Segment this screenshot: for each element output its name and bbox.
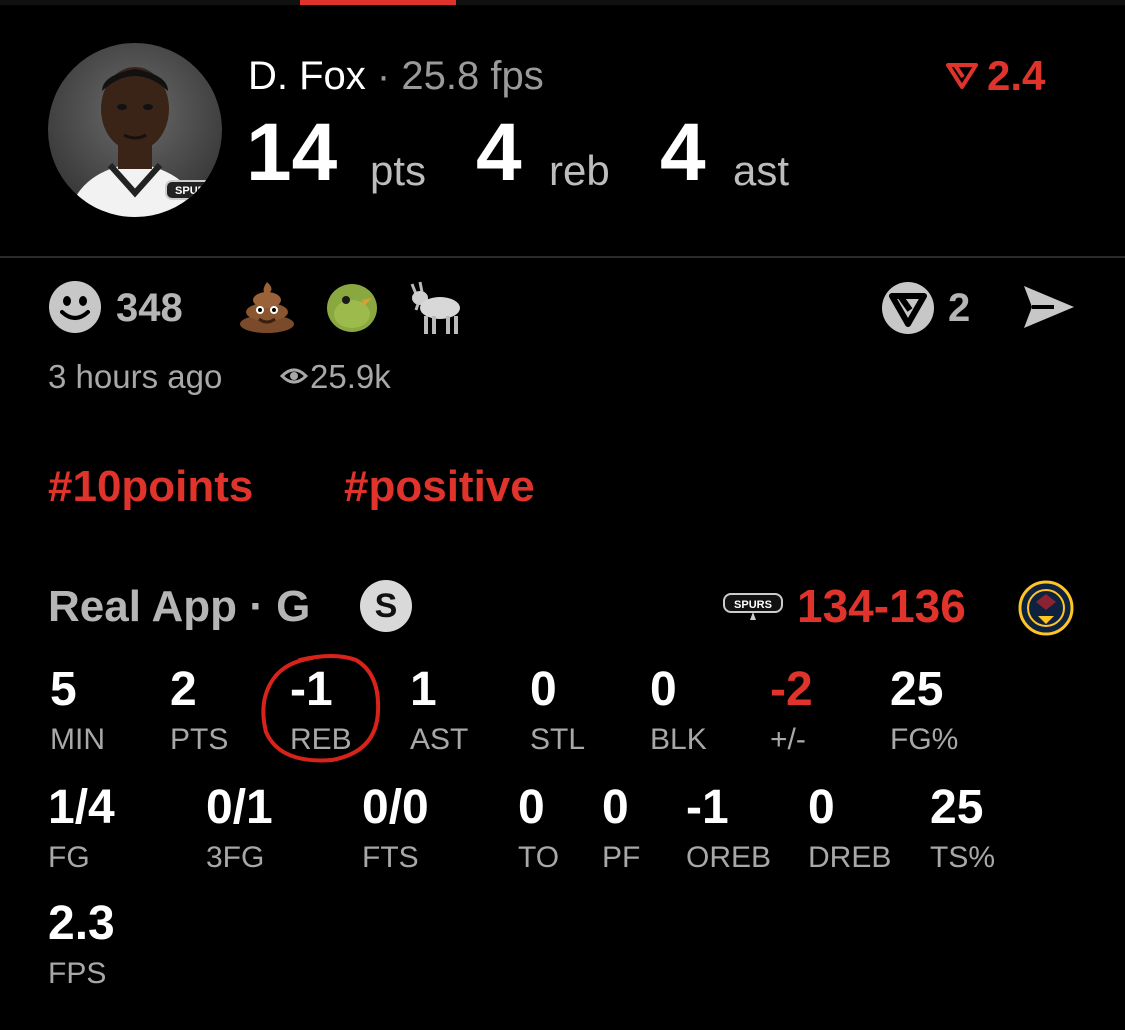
stat-label-stl: STL	[530, 723, 586, 756]
svg-text:SPURS: SPURS	[175, 185, 213, 197]
assists-value: 4	[660, 107, 706, 198]
player-avatar[interactable]: SPURS	[48, 43, 222, 217]
stat-value-pf: 0	[602, 781, 629, 834]
goat-icon	[410, 281, 460, 334]
rebounds-unit: reb	[549, 147, 610, 194]
stat-label-ast: AST	[410, 723, 469, 756]
points-unit: pts	[370, 147, 427, 194]
smiley-icon	[49, 281, 101, 333]
stat-value-blk: 0	[650, 663, 677, 716]
stat-label-fg-: FG%	[890, 723, 959, 756]
post-time: 3 hours ago	[48, 358, 223, 395]
poop-icon	[240, 282, 294, 333]
spurs-logo-icon: SPURS	[722, 588, 784, 627]
send-icon	[1024, 286, 1074, 328]
stat-value-fps: 2.3	[48, 897, 115, 950]
stat-value-dreb: 0	[808, 781, 835, 834]
stat-value-ast: 1	[410, 663, 437, 716]
stat-label-blk: BLK	[650, 723, 707, 756]
view-count: 25.9k	[310, 358, 391, 395]
stat-label-pf: PF	[602, 841, 641, 874]
vote-value: 2.4	[987, 52, 1046, 99]
svg-text:SPURS: SPURS	[734, 599, 772, 611]
stat-value-fg: 1/4	[48, 781, 115, 834]
stat-label-3fg: 3FG	[206, 841, 265, 874]
comment-brand-icon	[882, 282, 934, 334]
player-header: D. Fox · 25.8 fps	[248, 52, 544, 100]
downvote-icon	[946, 63, 978, 89]
fantasy-points: 25.8 fps	[401, 54, 544, 98]
stat-label-to: TO	[518, 841, 560, 874]
stat-label-fps: FPS	[48, 957, 107, 990]
bird-reaction-button[interactable]	[324, 278, 380, 339]
smiley-reaction-button[interactable]	[48, 280, 102, 339]
stat-label-pts: PTS	[170, 723, 229, 756]
comments-button[interactable]	[880, 280, 936, 341]
stat-value-3fg: 0/1	[206, 781, 273, 834]
divider	[0, 256, 1125, 258]
assists-unit: ast	[733, 147, 790, 194]
separator: ·	[376, 54, 391, 98]
eye-icon	[279, 365, 309, 392]
hashtag-link[interactable]: #10points	[48, 460, 253, 514]
points-value: 14	[246, 107, 338, 198]
stat-value-min: 5	[50, 663, 77, 716]
stat-value-stl: 0	[530, 663, 557, 716]
stat-label-oreb: OREB	[686, 841, 772, 874]
red-circle-annotation	[260, 652, 384, 764]
stat-value-oreb: -1	[686, 781, 729, 834]
stat-value--: -2	[770, 663, 813, 716]
poop-reaction-button[interactable]	[238, 280, 296, 339]
stat-value-fg-: 25	[890, 663, 944, 716]
goat-reaction-button[interactable]	[408, 280, 466, 341]
comment-count: 2	[948, 286, 971, 330]
player-photo-icon: SPURS	[68, 67, 222, 217]
stat-label--: +/-	[770, 723, 806, 756]
game-score[interactable]: 134-136	[797, 578, 966, 634]
stat-label-ts-: TS%	[930, 841, 996, 874]
stat-label-fts: FTS	[362, 841, 419, 874]
rebounds-value: 4	[476, 107, 522, 198]
player-name[interactable]: D. Fox	[248, 54, 366, 98]
stat-value-to: 0	[518, 781, 545, 834]
nuggets-logo-icon	[1018, 580, 1074, 641]
hashtag-link[interactable]: #positive	[344, 460, 535, 514]
stat-label-dreb: DREB	[808, 841, 892, 874]
vote-score[interactable]: 2.4	[945, 52, 1045, 100]
stat-label-min: MIN	[50, 723, 105, 756]
game-status-badge: S	[360, 580, 412, 632]
share-button[interactable]	[1020, 282, 1078, 337]
stat-value-ts-: 25	[930, 781, 984, 834]
stat-value-pts: 2	[170, 663, 197, 716]
reaction-count: 348	[116, 286, 183, 330]
active-tab-indicator	[300, 0, 456, 5]
game-source: Real App · G	[48, 582, 311, 631]
stat-value-fts: 0/0	[362, 781, 429, 834]
bird-icon	[327, 284, 377, 332]
tab-track	[0, 0, 1125, 5]
stat-label-fg: FG	[48, 841, 90, 874]
